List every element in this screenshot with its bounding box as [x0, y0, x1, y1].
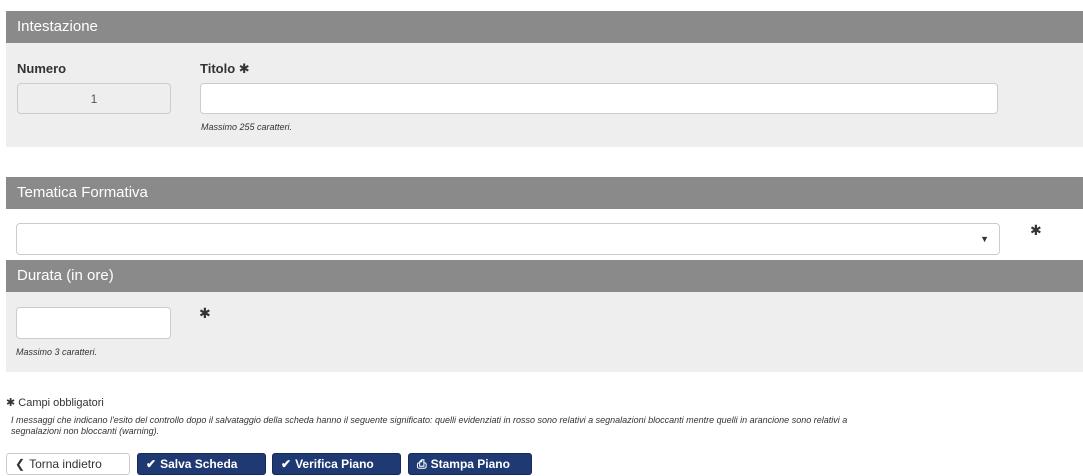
durata-input[interactable] [16, 307, 171, 339]
titolo-hint: Massimo 255 caratteri. [201, 122, 293, 132]
verify-button[interactable]: ✔ Verifica Piano [272, 453, 401, 475]
caret-down-icon: ▼ [980, 234, 989, 244]
asterisk-icon: ✱ [6, 397, 16, 409]
check-icon: ✔ [281, 457, 292, 471]
info-text: I messaggi che indicano l'esito del cont… [11, 415, 848, 436]
tematica-body: ▼ ✱ [6, 209, 1083, 259]
durata-header: Durata (in ore) [6, 260, 1083, 292]
tematica-select[interactable]: ▼ [16, 223, 1000, 255]
tematica-required-asterisk-icon: ✱ [1030, 222, 1042, 238]
numero-field [17, 83, 171, 114]
print-button[interactable]: ⎙ Stampa Piano [408, 453, 532, 475]
durata-title: Durata (in ore) [17, 267, 114, 284]
required-asterisk-icon: ✱ [238, 61, 250, 76]
intestazione-header: Intestazione [6, 11, 1083, 43]
durata-required-asterisk-icon: ✱ [199, 305, 211, 321]
titolo-label: Titolo ✱ [200, 61, 250, 76]
intestazione-body: Numero Titolo ✱ Massimo 255 caratteri. [6, 43, 1083, 147]
save-button[interactable]: ✔ Salva Scheda [137, 453, 266, 475]
durata-hint: Massimo 3 caratteri. [16, 347, 98, 357]
check-icon: ✔ [146, 457, 157, 471]
chevron-left-icon: ❮ [15, 457, 26, 471]
titolo-input[interactable] [200, 83, 998, 114]
required-note: ✱ Campi obbligatori [6, 397, 104, 409]
back-button[interactable]: ❮ Torna indietro [6, 453, 130, 475]
tematica-title: Tematica Formativa [17, 184, 148, 201]
durata-body: ✱ Massimo 3 caratteri. [6, 292, 1083, 372]
intestazione-title: Intestazione [17, 18, 98, 35]
tematica-header: Tematica Formativa [6, 177, 1083, 209]
printer-icon: ⎙ [417, 457, 427, 471]
numero-label: Numero [17, 61, 67, 76]
